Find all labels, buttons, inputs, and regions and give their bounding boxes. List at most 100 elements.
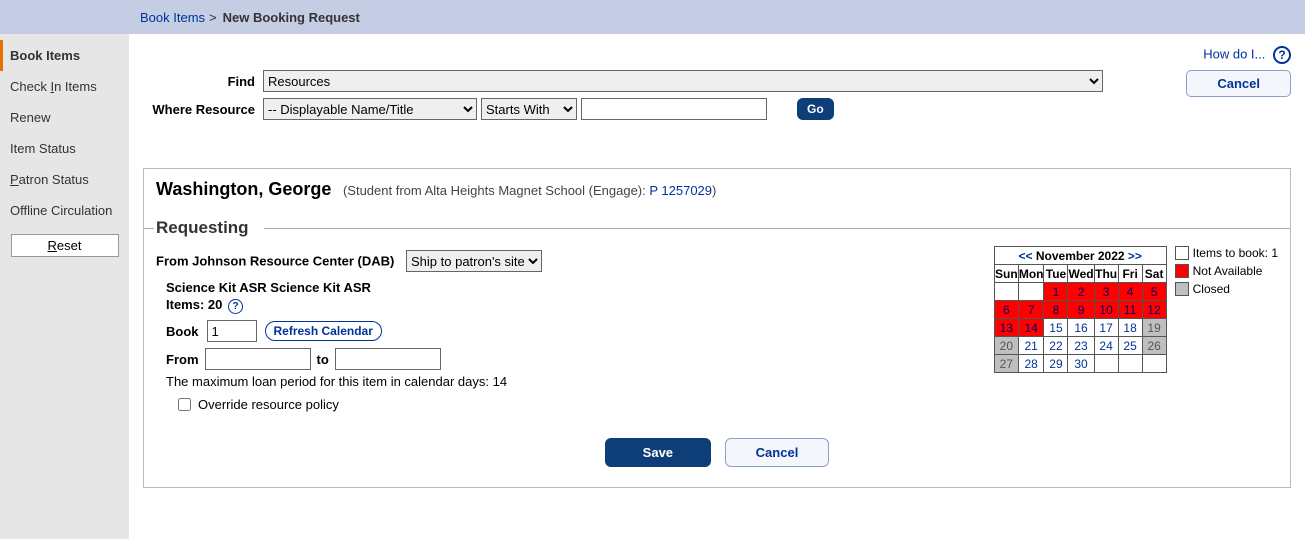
breadcrumb-separator: > bbox=[209, 10, 217, 25]
cal-day[interactable]: 30 bbox=[1068, 355, 1094, 373]
main-content: How do I... ? Cancel Find Resources Wher… bbox=[129, 34, 1305, 539]
info-icon[interactable]: ? bbox=[228, 299, 243, 314]
item-title: Science Kit ASR Science Kit ASR bbox=[166, 280, 974, 295]
cal-day[interactable]: 28 bbox=[1018, 355, 1044, 373]
attribute-select[interactable]: -- Displayable Name/Title bbox=[263, 98, 477, 120]
help-link[interactable]: How do I... bbox=[1203, 46, 1265, 61]
book-label: Book bbox=[166, 324, 199, 339]
sidebar: Book Items Check In Items Renew Item Sta… bbox=[0, 34, 129, 539]
from-date-input[interactable] bbox=[205, 348, 311, 370]
book-qty-input[interactable] bbox=[207, 320, 257, 342]
cal-day[interactable]: 23 bbox=[1068, 337, 1094, 355]
legend-na: Not Available bbox=[1193, 264, 1263, 278]
cal-dow: Mon bbox=[1018, 265, 1044, 283]
sidebar-item-patron-status[interactable]: Patron Status bbox=[0, 164, 129, 195]
cal-day: 20 bbox=[994, 337, 1018, 355]
cancel-search-button[interactable]: Cancel bbox=[1186, 70, 1291, 97]
cal-day: 12 bbox=[1142, 301, 1166, 319]
calendar: << November 2022 >> SunMonTueWedThuFriSa… bbox=[994, 246, 1167, 373]
cal-dow: Wed bbox=[1068, 265, 1094, 283]
operator-select[interactable]: Starts With bbox=[481, 98, 577, 120]
go-button[interactable]: Go bbox=[797, 98, 834, 120]
cal-day bbox=[994, 283, 1018, 301]
find-label: Find bbox=[143, 74, 263, 89]
sidebar-item-offline-circ[interactable]: Offline Circulation bbox=[0, 195, 129, 226]
cal-day: 3 bbox=[1094, 283, 1118, 301]
cal-title: November 2022 bbox=[1036, 249, 1125, 263]
cal-day[interactable]: 29 bbox=[1044, 355, 1068, 373]
to-date-input[interactable] bbox=[335, 348, 441, 370]
ship-select[interactable]: Ship to patron's site bbox=[406, 250, 542, 272]
swatch-closed bbox=[1175, 282, 1189, 296]
items-label: Items: bbox=[166, 297, 204, 312]
cal-dow: Sun bbox=[994, 265, 1018, 283]
reset-label: eset bbox=[57, 238, 82, 253]
breadcrumb-current: New Booking Request bbox=[223, 10, 360, 25]
cal-dow: Fri bbox=[1118, 265, 1142, 283]
cal-day: 14 bbox=[1018, 319, 1044, 337]
cal-day: 2 bbox=[1068, 283, 1094, 301]
cal-day[interactable]: 15 bbox=[1044, 319, 1068, 337]
from-date-label: From bbox=[166, 352, 199, 367]
sidebar-item-item-status[interactable]: Item Status bbox=[0, 133, 129, 164]
override-label: Override resource policy bbox=[198, 397, 339, 412]
cal-day bbox=[1142, 355, 1166, 373]
patron-panel: Washington, George (Student from Alta He… bbox=[143, 168, 1291, 488]
legend-book: Items to book: 1 bbox=[1193, 246, 1278, 260]
cal-day: 9 bbox=[1068, 301, 1094, 319]
patron-name: Washington, George bbox=[156, 179, 331, 199]
cal-day bbox=[1094, 355, 1118, 373]
cal-day: 8 bbox=[1044, 301, 1068, 319]
cal-day: 26 bbox=[1142, 337, 1166, 355]
cal-dow: Tue bbox=[1044, 265, 1068, 283]
cal-prev[interactable]: << bbox=[1019, 249, 1033, 263]
from-label: From bbox=[156, 254, 189, 269]
cal-next[interactable]: >> bbox=[1128, 249, 1142, 263]
cal-day: 1 bbox=[1044, 283, 1068, 301]
patron-id-link[interactable]: P 1257029 bbox=[649, 183, 712, 198]
loan-period-msg: The maximum loan period for this item in… bbox=[166, 374, 974, 389]
refresh-calendar-button[interactable]: Refresh Calendar bbox=[265, 321, 382, 341]
cancel-button[interactable]: Cancel bbox=[725, 438, 830, 467]
save-button[interactable]: Save bbox=[605, 438, 711, 467]
breadcrumb-link[interactable]: Book Items bbox=[140, 10, 205, 25]
cal-day[interactable]: 22 bbox=[1044, 337, 1068, 355]
cal-day bbox=[1018, 283, 1044, 301]
cal-dow: Sat bbox=[1142, 265, 1166, 283]
cal-day bbox=[1118, 355, 1142, 373]
find-select[interactable]: Resources bbox=[263, 70, 1103, 92]
breadcrumb-bar: Book Items > New Booking Request bbox=[0, 0, 1305, 34]
cal-day[interactable]: 16 bbox=[1068, 319, 1094, 337]
sidebar-item-check-in[interactable]: Check In Items bbox=[0, 71, 129, 102]
cal-day[interactable]: 17 bbox=[1094, 319, 1118, 337]
to-date-label: to bbox=[317, 352, 329, 367]
cal-dow: Thu bbox=[1094, 265, 1118, 283]
cal-day: 13 bbox=[994, 319, 1018, 337]
sidebar-item-renew[interactable]: Renew bbox=[0, 102, 129, 133]
cal-day[interactable]: 25 bbox=[1118, 337, 1142, 355]
swatch-na bbox=[1175, 264, 1189, 278]
requesting-legend: Requesting bbox=[156, 218, 1278, 238]
sidebar-item-book-items[interactable]: Book Items bbox=[0, 40, 129, 71]
cal-day: 11 bbox=[1118, 301, 1142, 319]
from-location: Johnson Resource Center (DAB) bbox=[192, 254, 394, 269]
cal-day: 5 bbox=[1142, 283, 1166, 301]
cal-day[interactable]: 18 bbox=[1118, 319, 1142, 337]
cal-day: 4 bbox=[1118, 283, 1142, 301]
where-label: Where Resource bbox=[143, 102, 263, 117]
cal-day: 27 bbox=[994, 355, 1018, 373]
calendar-legend: Items to book: 1 Not Available Closed bbox=[1175, 246, 1278, 300]
items-count: 20 bbox=[208, 297, 222, 312]
help-icon[interactable]: ? bbox=[1273, 46, 1291, 64]
legend-closed: Closed bbox=[1193, 282, 1230, 296]
cal-day: 6 bbox=[994, 301, 1018, 319]
override-checkbox[interactable] bbox=[178, 398, 191, 411]
cal-day[interactable]: 24 bbox=[1094, 337, 1118, 355]
cal-day: 7 bbox=[1018, 301, 1044, 319]
cal-day: 19 bbox=[1142, 319, 1166, 337]
cal-day[interactable]: 21 bbox=[1018, 337, 1044, 355]
patron-info: (Student from Alta Heights Magnet School… bbox=[343, 183, 716, 198]
reset-button[interactable]: Reset bbox=[11, 234, 119, 257]
search-value-input[interactable] bbox=[581, 98, 767, 120]
cal-day: 10 bbox=[1094, 301, 1118, 319]
